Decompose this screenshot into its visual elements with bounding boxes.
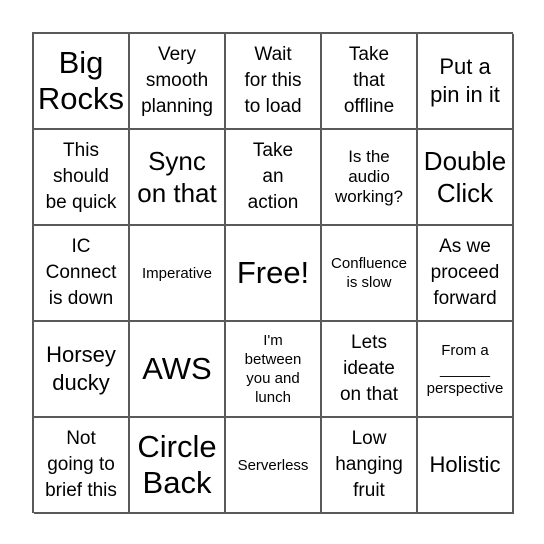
- bingo-cell-label: Circle Back: [137, 429, 217, 500]
- bingo-cell-label: Lets ideate on that: [339, 332, 399, 405]
- bingo-cell[interactable]: Is the audio working?: [322, 130, 418, 226]
- bingo-cell-label: Put a pin in it: [430, 54, 500, 107]
- bingo-cell[interactable]: Double Click: [418, 130, 514, 226]
- bingo-cell[interactable]: This should be quick: [34, 130, 130, 226]
- bingo-cell[interactable]: Not going to brief this: [34, 418, 130, 514]
- bingo-cell[interactable]: As we proceed forward: [418, 226, 514, 322]
- bingo-cell[interactable]: Imperative: [130, 226, 226, 322]
- bingo-cell-label: Take that offline: [343, 44, 395, 117]
- bingo-cell-label: Big Rocks: [37, 45, 125, 116]
- bingo-cell[interactable]: Lets ideate on that: [322, 322, 418, 418]
- bingo-cell[interactable]: Very smooth planning: [130, 34, 226, 130]
- bingo-cell-label: Serverless: [237, 456, 309, 474]
- bingo-cell[interactable]: IC Connect is down: [34, 226, 130, 322]
- bingo-cell[interactable]: AWS: [130, 322, 226, 418]
- bingo-cell-label: Take an action: [247, 140, 299, 213]
- bingo-cell[interactable]: Big Rocks: [34, 34, 130, 130]
- bingo-cell[interactable]: Sync on that: [130, 130, 226, 226]
- bingo-cell[interactable]: Serverless: [226, 418, 322, 514]
- bingo-cell[interactable]: Holistic: [418, 418, 514, 514]
- bingo-cell-label: Free!: [236, 255, 310, 290]
- bingo-cell-label: Holistic: [429, 452, 501, 477]
- bingo-cell-label: Double Click: [423, 146, 507, 208]
- bingo-cell[interactable]: Horsey ducky: [34, 322, 130, 418]
- bingo-cell-label: Horsey ducky: [46, 342, 116, 395]
- bingo-cell[interactable]: Put a pin in it: [418, 34, 514, 130]
- bingo-cell[interactable]: Wait for this to load: [226, 34, 322, 130]
- bingo-cell-label: Wait for this to load: [244, 44, 302, 117]
- bingo-cell-label: Sync on that: [137, 146, 217, 208]
- bingo-cell-label: From a ______ perspective: [426, 341, 504, 397]
- bingo-cell-label: IC Connect is down: [45, 236, 117, 309]
- bingo-cell[interactable]: Confluence is slow: [322, 226, 418, 322]
- bingo-cell-label: Is the audio working?: [334, 147, 404, 206]
- bingo-cell[interactable]: I'm between you and lunch: [226, 322, 322, 418]
- bingo-cell-label: This should be quick: [45, 140, 117, 213]
- bingo-cell-label: Not going to brief this: [45, 428, 117, 501]
- bingo-cell[interactable]: Circle Back: [130, 418, 226, 514]
- bingo-cell-label: Low hanging fruit: [335, 428, 403, 501]
- bingo-cell-label: Imperative: [141, 264, 213, 282]
- bingo-cell-label: As we proceed forward: [430, 236, 500, 309]
- bingo-cell-label: Confluence is slow: [331, 255, 407, 291]
- bingo-cell[interactable]: Take that offline: [322, 34, 418, 130]
- bingo-cell-label: Very smooth planning: [141, 44, 213, 117]
- bingo-cell-label: AWS: [142, 351, 212, 386]
- bingo-cell[interactable]: Low hanging fruit: [322, 418, 418, 514]
- bingo-cell-label: I'm between you and lunch: [244, 332, 302, 406]
- bingo-cell[interactable]: Take an action: [226, 130, 322, 226]
- bingo-cell[interactable]: From a ______ perspective: [418, 322, 514, 418]
- bingo-cell-free-space[interactable]: Free!: [226, 226, 322, 322]
- bingo-board: Big Rocks Very smooth planning Wait for th…: [32, 32, 514, 514]
